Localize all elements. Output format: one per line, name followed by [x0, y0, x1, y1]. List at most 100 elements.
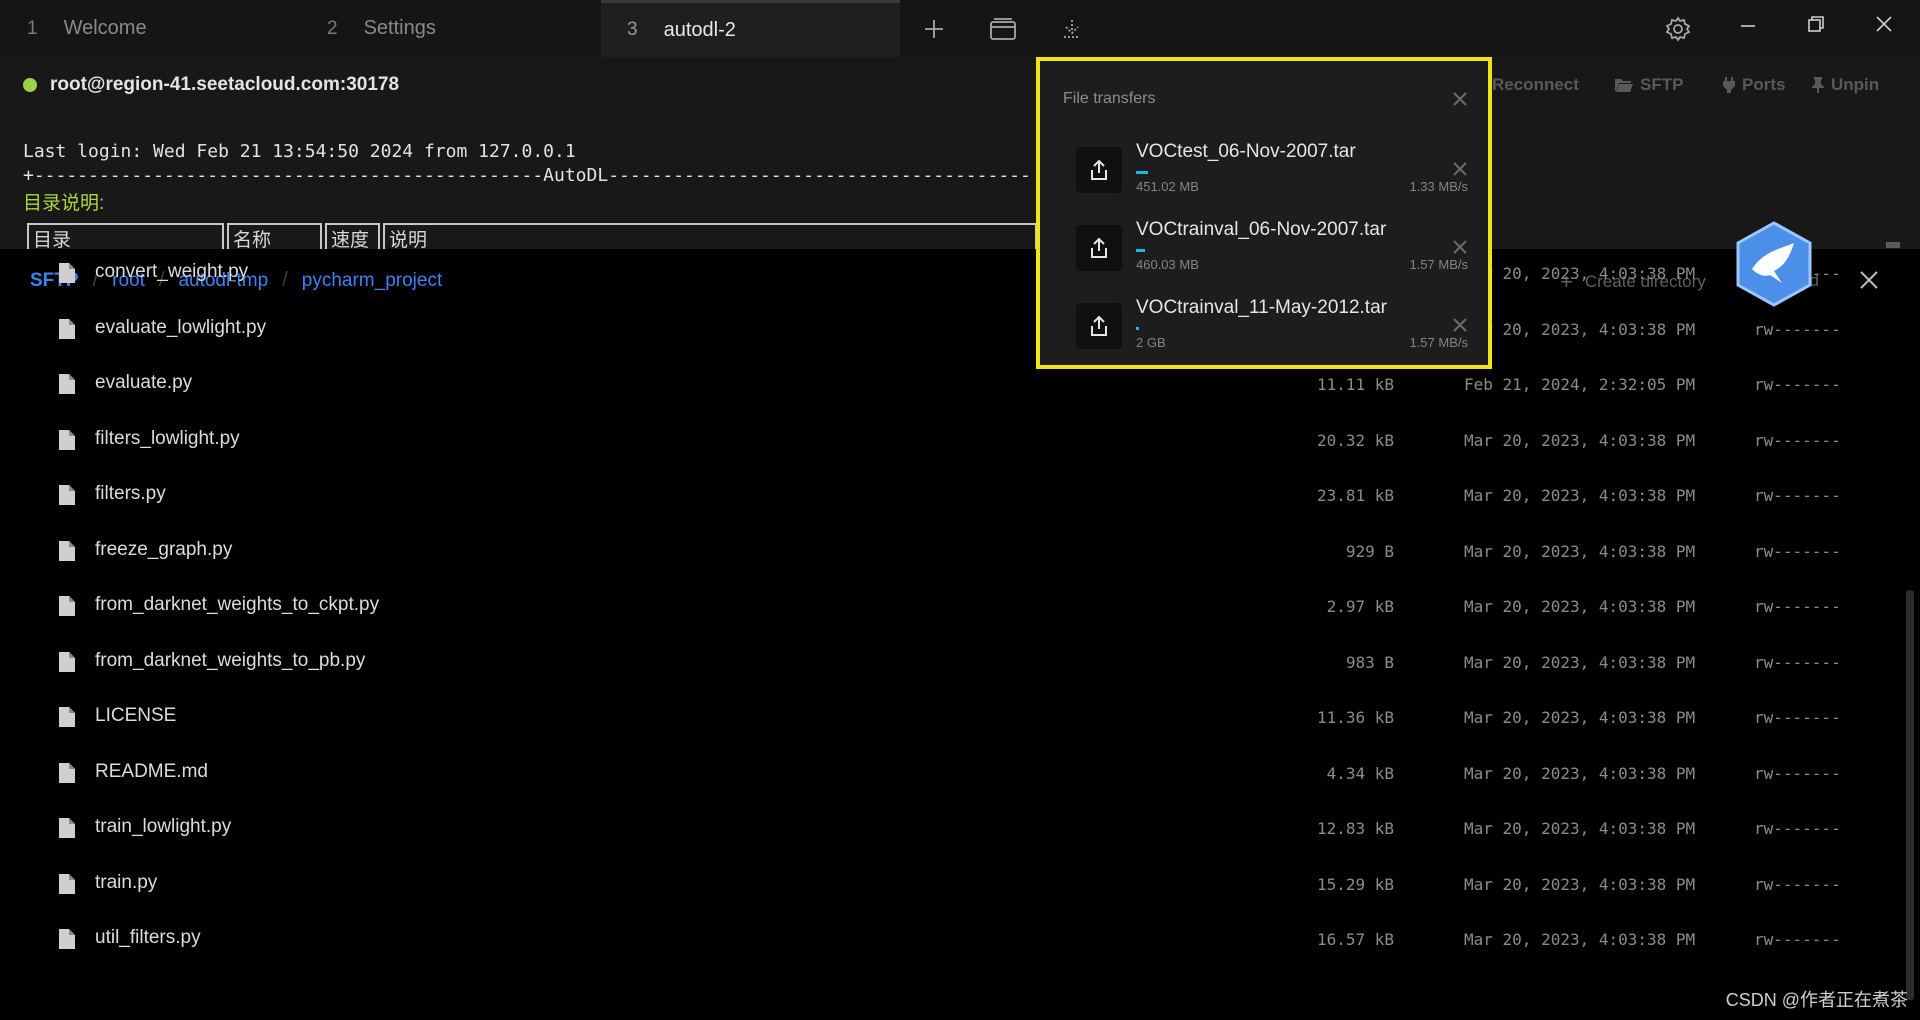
terminal-last-login: Last login: Wed Feb 21 13:54:50 2024 fro… [23, 141, 576, 162]
file-size: 12.83 kB [1316, 819, 1394, 838]
window-layout-icon[interactable] [988, 14, 1018, 44]
file-modified: Mar 20, 2023, 4:03:38 PM [1464, 930, 1696, 949]
file-name: evaluate_lowlight.py [95, 316, 267, 338]
upload-share-icon [1076, 225, 1122, 271]
file-permissions: rw------- [1754, 430, 1841, 450]
tab-number: 2 [327, 17, 338, 39]
tab-number: 1 [27, 17, 38, 39]
cancel-transfer-icon[interactable] [1452, 317, 1468, 338]
upload-share-icon [1076, 303, 1122, 349]
sftp-panel: SFTP / root / autodl-tmp / pycharm_proje… [0, 249, 1920, 1020]
file-modified: Mar 20, 2023, 4:03:38 PM [1464, 319, 1696, 339]
tab-autodl-2[interactable]: 3 autodl-2 [601, 0, 900, 57]
file-icon [58, 484, 76, 506]
file-transfer-item[interactable]: VOCtest_06-Nov-2007.tar 451.02 MB 1.33 MB/… [1076, 139, 1468, 209]
file-modified: Mar 20, 2023, 4:03:38 PM [1464, 264, 1696, 283]
unpin-label: Unpin [1831, 75, 1880, 94]
table-header-cell: 说明 [383, 223, 1037, 249]
transfer-file-name: VOCtrainval_06-Nov-2007.tar [1136, 219, 1387, 240]
file-transfers-popup: File transfers VOCtest_06-Nov-2007.tar 45… [1036, 57, 1492, 369]
tab-label: Settings [363, 17, 436, 39]
file-icon [58, 817, 76, 839]
ports-button[interactable]: Ports [1722, 75, 1785, 95]
file-row[interactable]: from_darknet_weights_to_ckpt.py 2.97 kB Ma… [0, 579, 1880, 634]
sftp-button[interactable]: SFTP [1614, 75, 1683, 95]
terminal-table-header: 目录 名称 速度 说明 [27, 223, 1037, 249]
file-size: 2.97 kB [1326, 597, 1394, 616]
file-row[interactable]: README.md 4.34 kB Mar 20, 2023, 4:03:38 PM… [0, 746, 1880, 801]
file-permissions: rw------- [1754, 874, 1841, 894]
tab-welcome[interactable]: 1 Welcome [27, 0, 297, 57]
file-row[interactable]: train_lowlight.py 12.83 kB Mar 20, 2023, 4… [0, 801, 1880, 856]
file-row[interactable]: evaluate_lowlight.py Mar 20, 2023, 4:03:3… [0, 302, 1880, 357]
file-icon [58, 928, 76, 950]
file-row[interactable]: evaluate.py 11.11 kB Feb 21, 2024, 2:32:05… [0, 357, 1880, 412]
close-window-icon[interactable] [1874, 14, 1894, 39]
connection-status-dot [23, 78, 37, 92]
file-name: evaluate.py [95, 372, 193, 393]
cancel-transfer-icon[interactable] [1452, 161, 1468, 182]
file-transfer-item[interactable]: VOCtrainval_11-May-2012.tar 2 GB 1.57 MB/s [1076, 295, 1468, 365]
file-row[interactable]: filters.py 23.81 kB Mar 20, 2023, 4:03:38 … [0, 468, 1880, 523]
file-row[interactable]: util_filters.py 16.57 kB Mar 20, 2023, 4:0… [0, 912, 1880, 967]
file-modified: Mar 20, 2023, 4:03:38 PM [1464, 819, 1696, 838]
restore-icon[interactable] [1806, 14, 1826, 39]
file-row[interactable]: freeze_graph.py 929 B Mar 20, 2023, 4:03:3… [0, 524, 1880, 579]
transfer-file-name: VOCtest_06-Nov-2007.tar [1136, 141, 1356, 162]
reconnect-button[interactable]: Reconnect [1492, 75, 1579, 95]
transfer-progress-bar [1136, 249, 1145, 252]
unpin-button[interactable]: Unpin [1811, 75, 1879, 95]
file-name: train.py [95, 871, 158, 893]
file-size: 11.11 kB [1316, 375, 1394, 394]
cancel-transfer-icon[interactable] [1452, 239, 1468, 260]
tab-label: autodl-2 [663, 18, 736, 41]
terminal-banner: +---------------------------------------… [23, 165, 1033, 186]
pin-icon [1812, 77, 1824, 93]
table-header-cell: 名称 [227, 223, 322, 249]
file-row[interactable]: LICENSE 11.36 kB Mar 20, 2023, 4:03:38 PM r… [0, 690, 1880, 745]
file-row[interactable]: from_darknet_weights_to_pb.py 983 B Mar 20… [0, 635, 1880, 690]
file-icon [58, 651, 76, 673]
table-header-cell: 速度 [325, 223, 380, 249]
settings-gear-icon[interactable] [1663, 14, 1693, 44]
file-size: 983 B [1345, 652, 1394, 672]
file-modified: Feb 21, 2024, 2:32:05 PM [1464, 375, 1696, 394]
file-list: convert_weight.py Mar 20, 2023, 4:03:38 P… [0, 249, 1880, 1020]
transfer-file-name: VOCtrainval_11-May-2012.tar [1136, 297, 1387, 318]
file-modified: Mar 20, 2023, 4:03:38 PM [1464, 597, 1696, 616]
transfer-file-size: 2 GB [1136, 335, 1166, 350]
download-icon[interactable] [1057, 14, 1087, 44]
bird-mascot-icon[interactable] [1734, 221, 1814, 307]
file-icon [58, 429, 76, 451]
file-permissions: rw------- [1754, 486, 1841, 505]
file-transfer-item[interactable]: VOCtrainval_06-Nov-2007.tar 460.03 MB 1.57… [1076, 217, 1468, 287]
file-name: README.md [95, 760, 208, 782]
file-name: filters_lowlight.py [95, 427, 240, 449]
file-icon [58, 706, 76, 728]
file-permissions: rw------- [1754, 652, 1841, 672]
file-list-scrollbar[interactable] [1906, 590, 1914, 1000]
file-row[interactable]: convert_weight.py Mar 20, 2023, 4:03:38 P… [0, 249, 1880, 301]
tab-settings[interactable]: 2 Settings [327, 0, 597, 57]
minimize-icon[interactable] [1738, 16, 1758, 41]
file-icon [58, 873, 76, 895]
file-icon [58, 262, 76, 284]
new-tab-plus-icon[interactable] [919, 14, 949, 44]
upload-share-icon [1076, 147, 1122, 193]
file-name: filters.py [95, 483, 166, 504]
file-name: train_lowlight.py [95, 816, 232, 837]
terminal-panel[interactable]: root@region-41.seetacloud.com:30178 Last… [0, 57, 1920, 249]
file-row[interactable]: train.py 15.29 kB Mar 20, 2023, 4:03:38 PM… [0, 857, 1880, 912]
reconnect-label: Reconnect [1492, 75, 1579, 94]
tab-number: 3 [627, 19, 638, 40]
plug-icon [1723, 77, 1735, 93]
file-permissions: rw------- [1754, 708, 1841, 727]
terminal-scrollbar[interactable] [1886, 242, 1900, 248]
file-size: 16.57 kB [1316, 930, 1394, 949]
file-modified: Mar 20, 2023, 4:03:38 PM [1464, 541, 1696, 561]
table-header-cell: 目录 [27, 223, 224, 249]
file-size: 20.32 kB [1316, 430, 1394, 450]
ports-label: Ports [1742, 75, 1786, 94]
file-modified: Mar 20, 2023, 4:03:38 PM [1464, 430, 1696, 450]
file-row[interactable]: filters_lowlight.py 20.32 kB Mar 20, 2023,… [0, 413, 1880, 468]
